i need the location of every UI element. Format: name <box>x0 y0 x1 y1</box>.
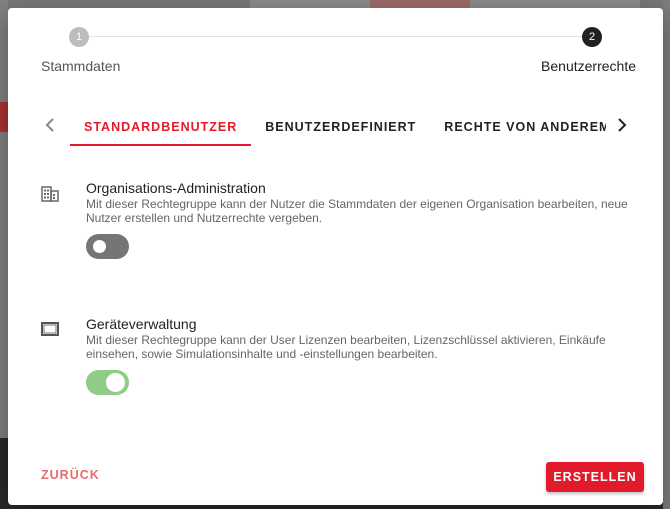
step-2-label: Benutzerrechte <box>541 58 636 74</box>
permission-title: Organisations-Administration <box>86 180 266 196</box>
tab-rechte-von-anderem-benutzer[interactable]: RECHTE VON ANDEREM BENUTZER <box>430 112 606 144</box>
toggle-knob <box>93 240 106 253</box>
backdrop-fragment <box>0 0 8 509</box>
backdrop-fragment <box>663 0 670 509</box>
tab-scroll-right-icon[interactable] <box>612 118 632 138</box>
stepper-line <box>88 36 588 37</box>
step-1-label: Stammdaten <box>41 58 121 74</box>
permission-tabs: STANDARDBENUTZER BENUTZERDEFINIERT RECHTE … <box>36 112 636 146</box>
device-frame-icon <box>41 322 59 341</box>
permission-description: Mit dieser Rechtegruppe kann der Nutzer … <box>86 197 628 225</box>
backdrop-fragment <box>0 102 8 132</box>
tab-standardbenutzer[interactable]: STANDARDBENUTZER <box>70 112 252 146</box>
step-1-indicator: 1 <box>69 27 89 47</box>
tab-benutzerdefiniert[interactable]: BENUTZERDEFINIERT <box>251 112 430 144</box>
geraeteverwaltung-toggle[interactable] <box>86 370 129 395</box>
organisations-administration-toggle[interactable] <box>86 234 129 259</box>
toggle-knob <box>106 373 125 392</box>
permission-description: Mit dieser Rechtegruppe kann der User Li… <box>86 333 606 361</box>
create-user-dialog: 1 2 Stammdaten Benutzerrechte STANDARDBE… <box>8 8 663 505</box>
backdrop-fragment <box>370 0 470 8</box>
building-icon <box>41 186 59 207</box>
create-button[interactable]: ERSTELLEN <box>546 462 644 492</box>
tab-scroll-left-icon[interactable] <box>40 118 60 138</box>
step-2-indicator: 2 <box>582 27 602 47</box>
tab-strip: STANDARDBENUTZER BENUTZERDEFINIERT RECHTE … <box>70 112 606 146</box>
back-button[interactable]: ZURÜCK <box>41 468 100 482</box>
permission-title: Geräteverwaltung <box>86 316 197 332</box>
